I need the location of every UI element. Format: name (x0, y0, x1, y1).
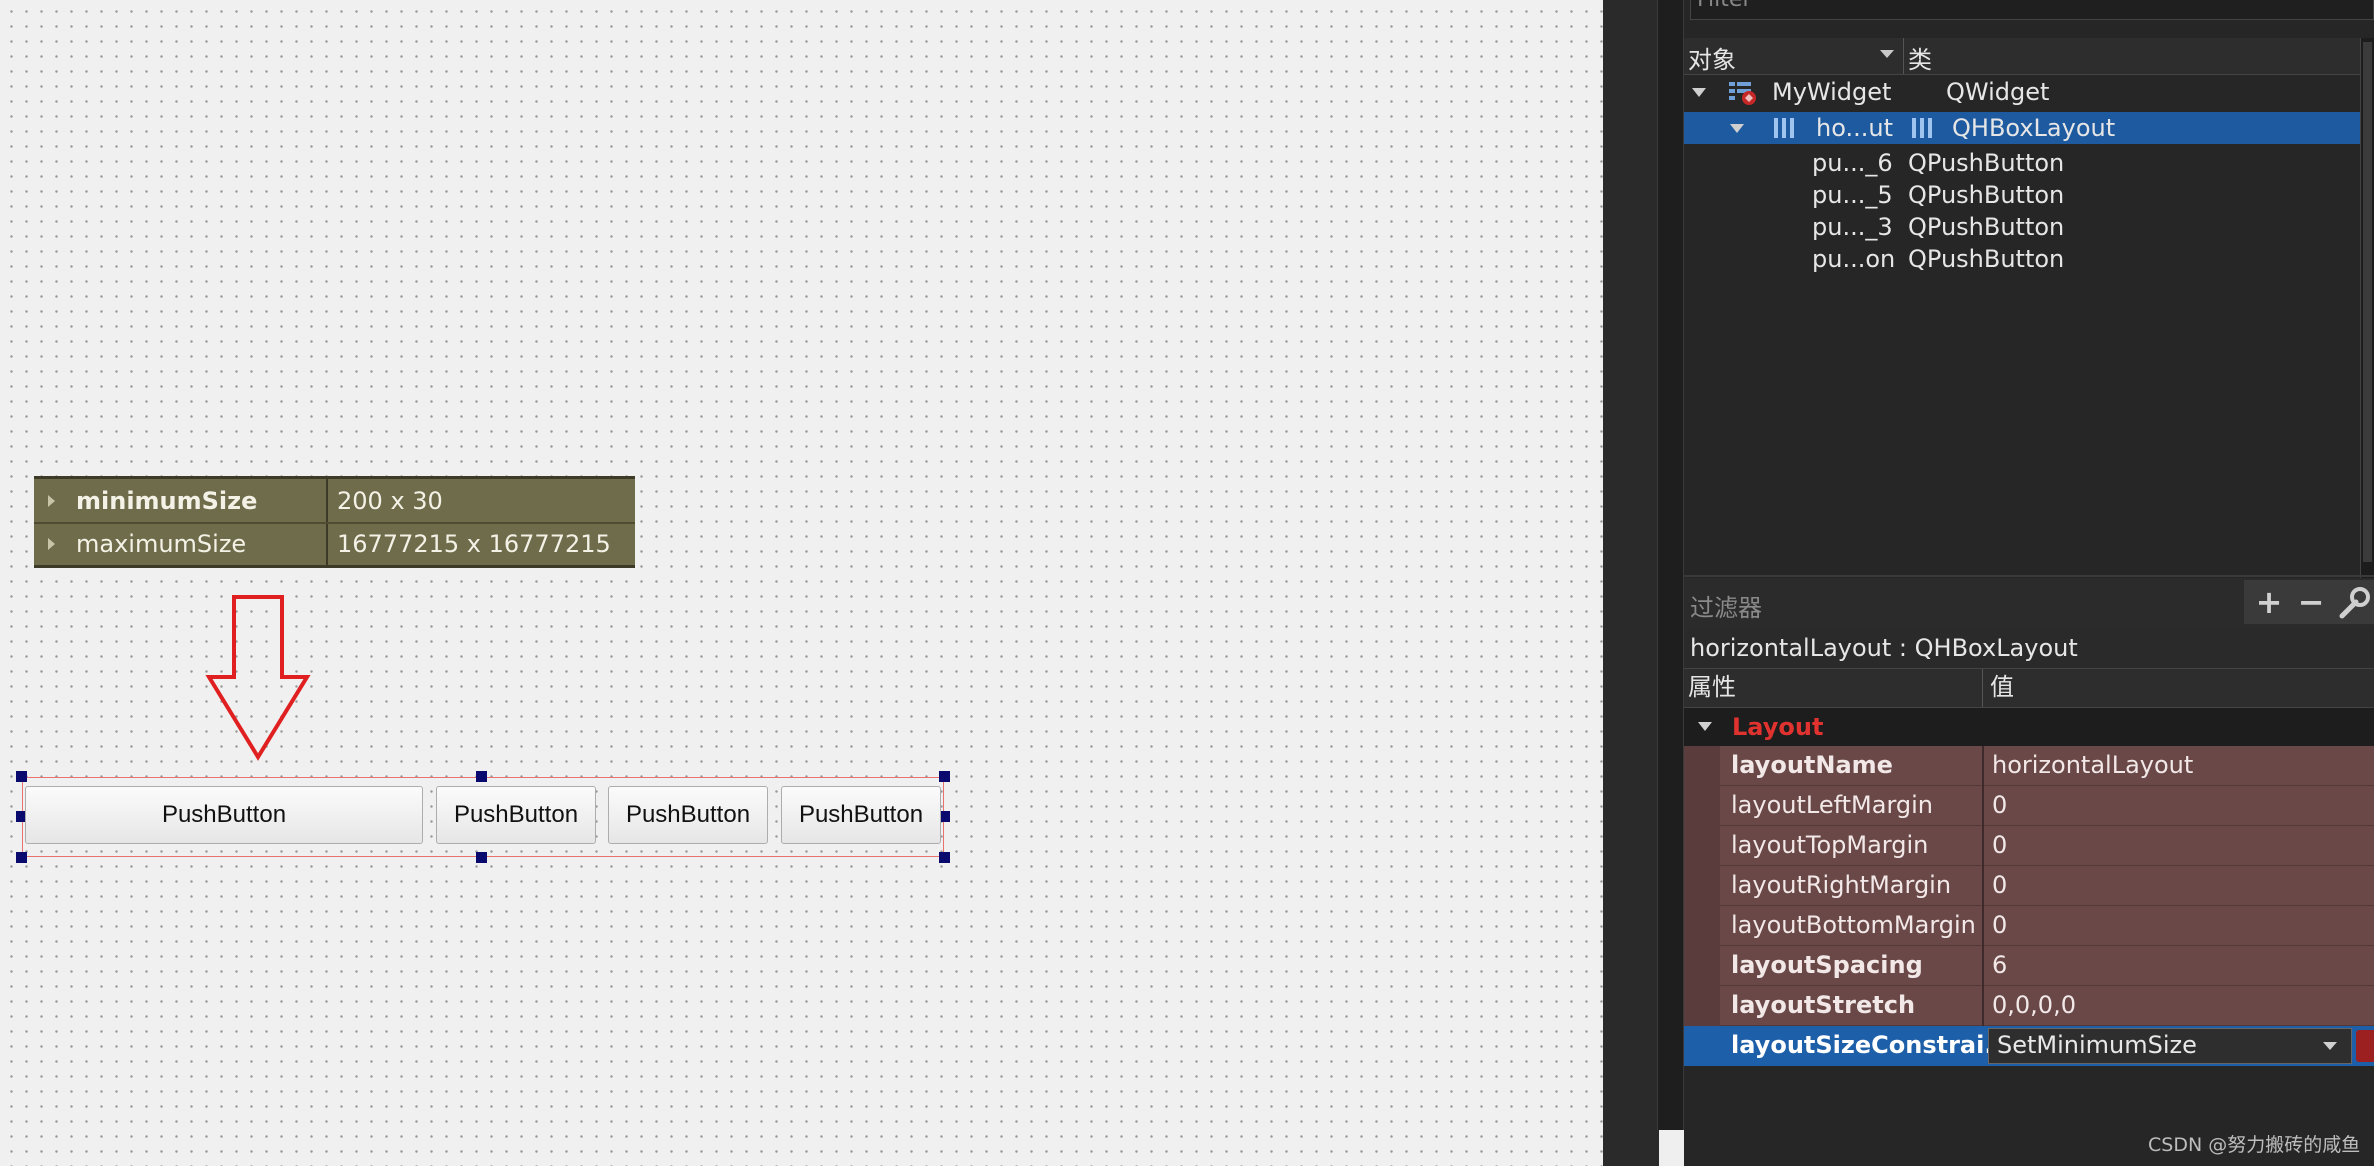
object-class: QPushButton (1908, 213, 2065, 241)
property-row[interactable]: layoutName horizontalLayout (1684, 746, 2374, 786)
property-row[interactable]: layoutTopMargin 0 (1684, 826, 2374, 866)
widget-icon (1729, 82, 1756, 105)
property-row[interactable]: layoutLeftMargin 0 (1684, 786, 2374, 826)
snippet-property-value: 16777215 x 16777215 (337, 530, 611, 558)
watermark: CSDN @努力搬砖的咸鱼 (2148, 1134, 2361, 1156)
snippet-row-minimum-size: minimumSize 200 x 30 (34, 481, 635, 521)
property-value[interactable]: 0 (1992, 906, 2007, 944)
property-name: layoutName (1731, 751, 1893, 779)
tree-row-push-button[interactable]: pu..._3 QPushButton (1684, 211, 2364, 243)
column-header-value[interactable]: 值 (1990, 669, 2014, 705)
object-name: pu..._5 (1812, 181, 1893, 209)
property-row[interactable]: layoutStretch 0,0,0,0 (1684, 986, 2374, 1026)
size-properties-snippet: minimumSize 200 x 30 maximumSize 1677721… (34, 476, 635, 568)
object-class: QPushButton (1908, 245, 2065, 273)
property-value[interactable]: 0 (1992, 786, 2007, 824)
property-row[interactable]: layoutBottomMargin 0 (1684, 906, 2374, 946)
property-row[interactable]: layoutSpacing 6 (1684, 946, 2374, 986)
object-filter-input[interactable]: Filter (1690, 0, 2374, 20)
column-header-object[interactable]: 对象 (1688, 40, 1736, 75)
expand-arrow-icon[interactable] (1692, 88, 1706, 97)
resize-handle[interactable] (16, 771, 27, 782)
hbox-layout-icon (1912, 118, 1934, 138)
reset-property-icon[interactable] (2356, 1030, 2374, 1062)
property-name: layoutLeftMargin (1731, 791, 1934, 819)
property-name: layoutSpacing (1731, 951, 1923, 979)
property-group-layout[interactable]: Layout (1684, 708, 2374, 746)
property-editor-header: 属性 值 (1684, 668, 2374, 708)
tree-row-mywidget[interactable]: MyWidget QWidget (1684, 76, 2364, 108)
tree-row-push-button[interactable]: pu...on QPushButton (1684, 243, 2364, 275)
size-constraint-value: SetMinimumSize (1997, 1031, 2197, 1059)
property-value[interactable]: horizontalLayout (1992, 746, 2193, 784)
object-inspector-header: 对象 类 (1684, 38, 2374, 75)
tree-row-horizontal-layout[interactable]: ho...ut QHBoxLayout (1684, 112, 2364, 144)
resize-handle[interactable] (476, 852, 487, 863)
right-dock-panel: Filter 对象 类 MyWidget QWidget ho...ut QHB… (1684, 0, 2374, 1166)
remove-property-icon[interactable]: − (2294, 586, 2328, 620)
snippet-row-maximum-size: maximumSize 16777215 x 16777215 (34, 522, 635, 564)
dock-separator (1603, 0, 1659, 1166)
snippet-property-value: 200 x 30 (337, 487, 443, 515)
resize-handle[interactable] (476, 771, 487, 782)
resize-handle[interactable] (16, 852, 27, 863)
property-name: layoutStretch (1731, 991, 1916, 1019)
property-filter-bar: 过滤器 + − (1684, 578, 2374, 629)
designer-canvas[interactable]: minimumSize 200 x 30 maximumSize 1677721… (0, 0, 1603, 1166)
push-button[interactable]: PushButton (436, 786, 596, 844)
scrollbar-thumb[interactable] (2363, 42, 2372, 562)
object-class: QHBoxLayout (1952, 114, 2116, 142)
snippet-property-name: maximumSize (76, 530, 247, 558)
dock-scrollbar[interactable] (1657, 0, 1684, 1130)
sort-indicator-icon (1880, 50, 1894, 58)
wrench-icon[interactable] (2336, 586, 2370, 620)
property-name: layoutSizeConstrai... (1731, 1031, 2012, 1059)
property-tools: + − (2244, 580, 2374, 624)
tree-row-push-button[interactable]: pu..._6 QPushButton (1684, 147, 2364, 179)
size-constraint-select[interactable]: SetMinimumSize (1988, 1028, 2352, 1064)
push-button-wide[interactable]: PushButton (25, 786, 423, 844)
property-editor-object-title: horizontalLayout : QHBoxLayout (1684, 628, 2374, 668)
object-name: pu..._3 (1812, 213, 1893, 241)
object-class: QWidget (1946, 78, 2050, 106)
column-header-property[interactable]: 属性 (1688, 669, 1736, 705)
header-divider (1982, 669, 1983, 707)
tree-row-push-button[interactable]: pu..._5 QPushButton (1684, 179, 2364, 211)
expand-arrow-icon (48, 538, 55, 550)
property-name: layoutBottomMargin (1731, 911, 1976, 939)
object-name: pu...on (1812, 245, 1896, 273)
hbox-layout-icon (1774, 118, 1796, 138)
add-property-icon[interactable]: + (2252, 586, 2286, 620)
chevron-down-icon (2323, 1042, 2337, 1050)
resize-handle[interactable] (939, 771, 950, 782)
push-button[interactable]: PushButton (781, 786, 941, 844)
object-name: MyWidget (1772, 78, 1892, 106)
property-name: layoutTopMargin (1731, 831, 1929, 859)
collapse-arrow-icon[interactable] (1698, 722, 1712, 731)
object-class: QPushButton (1908, 181, 2065, 209)
column-header-class[interactable]: 类 (1908, 40, 1932, 75)
resize-handle[interactable] (939, 852, 950, 863)
property-filter-input[interactable]: 过滤器 (1690, 588, 1762, 623)
expand-arrow-icon (48, 495, 55, 507)
header-divider (1903, 38, 1904, 74)
object-class: QPushButton (1908, 149, 2065, 177)
panel-divider (1684, 575, 2374, 577)
property-group-label: Layout (1732, 713, 1824, 741)
property-value[interactable]: 6 (1992, 946, 2007, 984)
object-inspector-scrollbar[interactable] (2360, 38, 2374, 578)
push-button[interactable]: PushButton (608, 786, 768, 844)
snippet-property-name: minimumSize (76, 487, 258, 515)
down-arrow-annotation-icon (205, 595, 311, 761)
property-row[interactable]: layoutRightMargin 0 (1684, 866, 2374, 906)
property-value[interactable]: 0 (1992, 826, 2007, 864)
expand-arrow-icon[interactable] (1730, 124, 1744, 133)
property-value[interactable]: 0,0,0,0 (1992, 986, 2076, 1024)
property-name: layoutRightMargin (1731, 871, 1952, 899)
property-value[interactable]: 0 (1992, 866, 2007, 904)
property-row-selected[interactable]: layoutSizeConstrai... SetMinimumSize (1684, 1026, 2374, 1066)
object-name: ho...ut (1816, 114, 1893, 142)
object-name: pu..._6 (1812, 149, 1893, 177)
